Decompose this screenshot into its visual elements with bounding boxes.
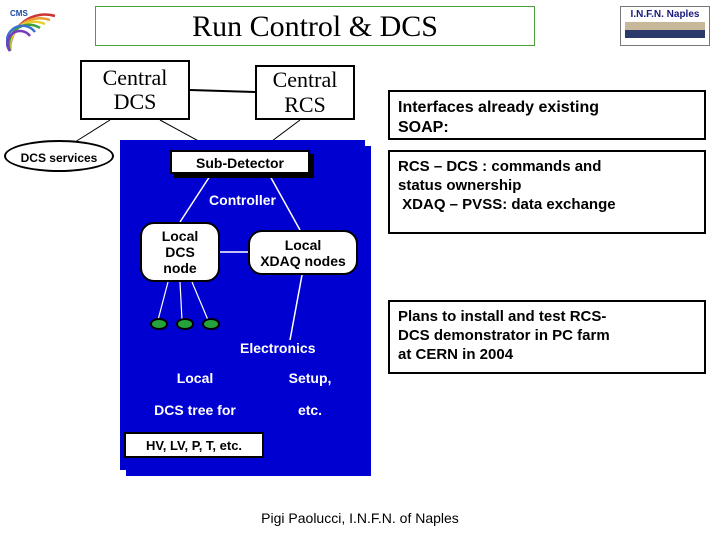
local-xdaq-line1: Local — [250, 237, 356, 253]
setup-label: Setup, — [270, 370, 350, 386]
dcs-services-ellipse: DCS services — [4, 140, 114, 172]
local-dcs-node: Local DCS node — [140, 222, 220, 282]
central-rcs-box: Central RCS — [255, 65, 355, 120]
central-dcs-line2: DCS — [82, 90, 188, 114]
local-dcs-line2: DCS — [142, 244, 218, 260]
central-dcs-line1: Central — [82, 66, 188, 90]
subdetector-panel: Sub-Detector Controller Local DCS node L… — [120, 140, 365, 470]
hvlv-box: HV, LV, P, T, etc. — [124, 432, 264, 458]
info-interfaces: Interfaces already existing SOAP: — [388, 90, 706, 140]
sub-detector-box: Sub-Detector — [170, 150, 310, 174]
info-plans-line2: DCS demonstrator in PC farm — [398, 327, 696, 346]
infn-logo-label: I.N.F.N. Naples — [621, 9, 709, 20]
controller-label: Controller — [120, 192, 365, 208]
local-dcs-line3: node — [142, 260, 218, 276]
central-rcs-line2: RCS — [257, 93, 353, 117]
info-rcs-dcs: RCS – DCS : commands and status ownershi… — [388, 150, 706, 234]
electronics-label: Electronics — [240, 340, 315, 356]
cms-logo: CMS — [6, 6, 64, 58]
infn-logo-stripe — [625, 22, 705, 38]
info-interfaces-line2: SOAP: — [398, 118, 696, 138]
infn-logo: I.N.F.N. Naples — [620, 6, 710, 46]
electronics-dots — [150, 318, 220, 330]
info-plans-line3: at CERN in 2004 — [398, 346, 696, 365]
footer-credit: Pigi Paolucci, I.N.F.N. of Naples — [0, 510, 720, 526]
info-plans: Plans to install and test RCS- DCS demon… — [388, 300, 706, 374]
dcs-tree-label: DCS tree for — [135, 402, 255, 418]
info-plans-line1: Plans to install and test RCS- — [398, 308, 696, 327]
local-label: Local — [145, 370, 245, 386]
dot-icon — [202, 318, 220, 330]
info-rcs-dcs-line2: status ownership — [398, 177, 696, 196]
dot-icon — [176, 318, 194, 330]
page-title: Run Control & DCS — [95, 6, 535, 46]
etc-label: etc. — [270, 402, 350, 418]
local-xdaq-line2: XDAQ nodes — [250, 253, 356, 269]
central-dcs-box: Central DCS — [80, 60, 190, 120]
central-rcs-line1: Central — [257, 68, 353, 92]
dot-icon — [150, 318, 168, 330]
info-rcs-dcs-line1: RCS – DCS : commands and — [398, 158, 696, 177]
info-interfaces-line1: Interfaces already existing — [398, 98, 696, 118]
local-xdaq-node: Local XDAQ nodes — [248, 230, 358, 275]
local-dcs-line1: Local — [142, 228, 218, 244]
info-rcs-dcs-line3: XDAQ – PVSS: data exchange — [398, 196, 696, 215]
panel-connectors — [120, 140, 365, 470]
svg-text:CMS: CMS — [10, 9, 28, 18]
